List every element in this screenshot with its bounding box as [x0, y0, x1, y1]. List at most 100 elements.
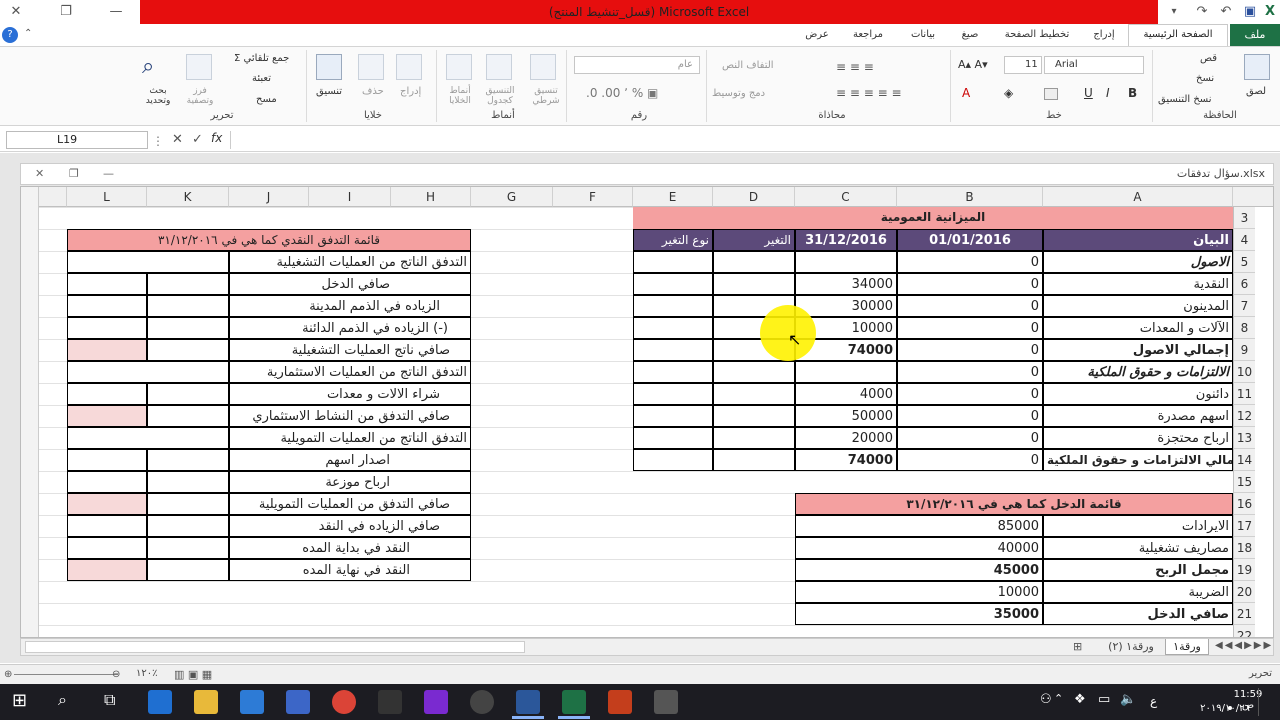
insert-cells-icon[interactable] [396, 54, 422, 80]
cut-button[interactable]: قص [1200, 53, 1217, 64]
autosum-button[interactable]: Σ جمع تلقائي [234, 53, 289, 64]
header-change-type[interactable]: نوع التغير [633, 229, 713, 251]
row-header[interactable]: 17 [1233, 515, 1255, 537]
cash-flow-value[interactable] [147, 449, 229, 471]
cash-flow-item[interactable]: التدفق الناتج من العمليات الاستثمارية [229, 361, 471, 383]
row-header[interactable]: 9 [1233, 339, 1255, 361]
conditional-format-icon[interactable] [530, 54, 556, 80]
balance-item[interactable]: الاصول [1043, 251, 1233, 273]
file-explorer-icon[interactable] [194, 690, 218, 714]
tab-formulas[interactable]: صيغ [950, 24, 990, 46]
income-item[interactable]: مجمل الربح [1043, 559, 1233, 581]
column-header-l[interactable]: L [67, 187, 147, 207]
format-painter-button[interactable]: نسخ التنسيق [1158, 94, 1211, 105]
workbook-minimize-icon[interactable]: — [103, 167, 114, 180]
balance-change[interactable] [713, 405, 795, 427]
french-app-icon[interactable] [424, 690, 448, 714]
new-sheet-icon[interactable]: ⊞ [1073, 640, 1082, 653]
language-indicator[interactable]: ع [1150, 694, 1157, 708]
people-icon[interactable]: ⚇ [1040, 692, 1052, 707]
balance-change[interactable] [713, 383, 795, 405]
balance-value-start[interactable]: 0 [897, 361, 1043, 383]
income-item[interactable]: الايرادات [1043, 515, 1233, 537]
column-header-f[interactable]: F [553, 187, 633, 207]
balance-item[interactable]: ارباح محتجزة [1043, 427, 1233, 449]
balance-value-start[interactable]: 0 [897, 251, 1043, 273]
view-buttons-icon[interactable]: ▥ ▣ ▦ [174, 668, 212, 681]
balance-item[interactable]: المدينون [1043, 295, 1233, 317]
edge-browser-icon[interactable] [148, 690, 172, 714]
merge-center-button[interactable]: دمج وتوسيط [712, 88, 765, 99]
row-header[interactable]: 22 [1233, 625, 1255, 637]
cash-flow-total[interactable] [67, 317, 147, 339]
cash-flow-title[interactable]: قائمة التدفق النقدي كما هي في ٣١/١٢/٢٠١٦ [67, 229, 471, 251]
cash-flow-value[interactable] [147, 537, 229, 559]
row-header[interactable]: 18 [1233, 537, 1255, 559]
cash-flow-value[interactable] [67, 251, 229, 273]
column-header-a[interactable]: A [1043, 187, 1233, 207]
cash-flow-value[interactable] [147, 559, 229, 581]
wrap-text-button[interactable]: التفاف النص [722, 60, 774, 71]
balance-item[interactable]: النقدية [1043, 273, 1233, 295]
income-value[interactable]: 85000 [795, 515, 1043, 537]
help-icon[interactable]: ? [2, 27, 18, 43]
tab-page-layout[interactable]: تخطيط الصفحة [994, 24, 1080, 46]
row-header[interactable]: 6 [1233, 273, 1255, 295]
row-header[interactable]: 14 [1233, 449, 1255, 471]
media-app-icon[interactable] [470, 690, 494, 714]
cash-flow-total[interactable] [67, 383, 147, 405]
row-header[interactable]: 20 [1233, 581, 1255, 603]
cash-flow-value[interactable] [147, 273, 229, 295]
balance-change-type[interactable] [633, 295, 713, 317]
format-cells-icon[interactable] [316, 54, 342, 80]
header-item[interactable]: البيان [1043, 229, 1233, 251]
balance-change-type[interactable] [633, 405, 713, 427]
balance-value-end[interactable] [795, 251, 897, 273]
show-desktop-button[interactable] [1258, 688, 1259, 716]
cash-flow-total[interactable] [67, 295, 147, 317]
tab-insert[interactable]: إدراج [1082, 24, 1126, 46]
tab-data[interactable]: بيانات [898, 24, 948, 46]
zoom-slider[interactable] [14, 674, 118, 675]
balance-value-start[interactable]: 0 [897, 317, 1043, 339]
align-top-icon[interactable]: ≡ ≡ ≡ [836, 60, 874, 74]
number-format-icons[interactable]: .0 .00 ٬ % ▣ [586, 86, 658, 100]
column-header-h[interactable]: H [391, 187, 471, 207]
battery-icon[interactable]: ▭ [1098, 692, 1110, 707]
cash-flow-item[interactable]: الزياده في الذمم المدينة [229, 295, 471, 317]
balance-item[interactable]: إجمالي الاصول [1043, 339, 1233, 361]
balance-value-start[interactable]: 0 [897, 405, 1043, 427]
column-header-e[interactable]: E [633, 187, 713, 207]
tab-home[interactable]: الصفحة الرئيسية [1128, 24, 1228, 46]
balance-change-type[interactable] [633, 383, 713, 405]
zoom-out-icon[interactable]: ⊖ [112, 669, 120, 680]
row-header[interactable]: 3 [1233, 207, 1255, 229]
cash-flow-value[interactable] [147, 471, 229, 493]
tab-view[interactable]: عرض [796, 24, 838, 46]
cancel-entry-icon[interactable]: ✕ [172, 132, 183, 147]
cash-flow-value[interactable] [147, 405, 229, 427]
fill-color-icon[interactable]: ◈ [1004, 86, 1013, 100]
income-value[interactable]: 40000 [795, 537, 1043, 559]
minimize-window-icon[interactable]: — [104, 0, 128, 24]
balance-value-start[interactable]: 0 [897, 383, 1043, 405]
name-box[interactable]: L19 [6, 131, 148, 149]
row-header[interactable]: 11 [1233, 383, 1255, 405]
cell-styles-icon[interactable] [446, 54, 472, 80]
workbook-close-icon[interactable]: ✕ [35, 167, 44, 180]
cash-flow-total[interactable] [67, 273, 147, 295]
redo-icon[interactable]: ↷ [1190, 0, 1214, 24]
balance-change-type[interactable] [633, 273, 713, 295]
balance-value-start[interactable]: 0 [897, 273, 1043, 295]
cash-flow-item[interactable]: صافي التدفق من النشاط الاستثماري [229, 405, 471, 427]
cash-flow-total[interactable] [67, 537, 147, 559]
excel-taskbar-icon[interactable] [562, 690, 586, 714]
balance-item[interactable]: الآلات و المعدات [1043, 317, 1233, 339]
income-item[interactable]: صافي الدخل [1043, 603, 1233, 625]
volume-icon[interactable]: 🔈 [1120, 692, 1136, 707]
video-editor-icon[interactable] [654, 690, 678, 714]
borders-icon[interactable] [1044, 88, 1058, 100]
formula-bar-menu-icon[interactable]: ⋮ [152, 134, 164, 148]
balance-item[interactable]: الالتزامات و حقوق الملكية [1043, 361, 1233, 383]
fill-button[interactable]: تعبئة [252, 73, 271, 84]
